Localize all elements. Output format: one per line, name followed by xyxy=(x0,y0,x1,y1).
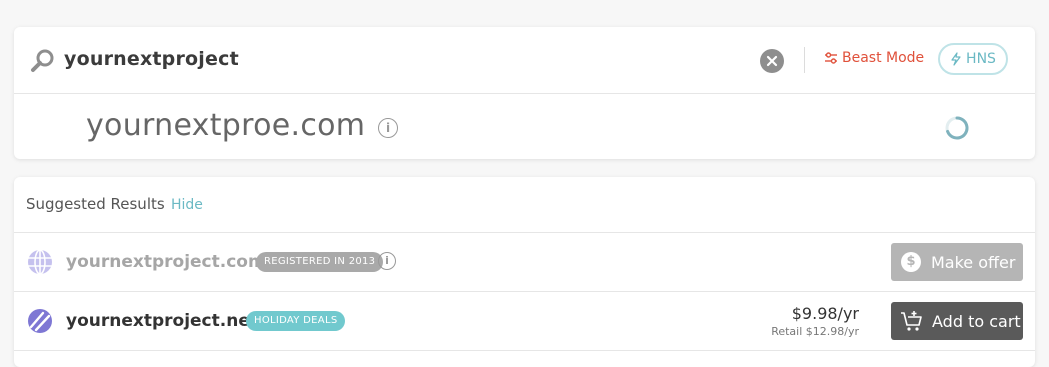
info-icon[interactable]: i xyxy=(378,252,396,270)
result-domain: yournextproject.com xyxy=(66,252,266,272)
sliders-icon xyxy=(825,52,837,64)
domain-check-row: yournextproe.com i xyxy=(14,94,1035,159)
retail-price: Retail $12.98/yr xyxy=(771,325,859,338)
clear-search-button[interactable] xyxy=(760,49,784,73)
hns-toggle-button[interactable]: HNS xyxy=(938,43,1008,75)
search-icon xyxy=(31,49,54,72)
toolbar-divider xyxy=(804,47,805,73)
dollar-speech-icon: $ xyxy=(901,252,921,272)
add-to-cart-label: Add to cart xyxy=(932,311,1021,331)
add-to-cart-button[interactable]: Add to cart xyxy=(891,302,1023,340)
make-offer-label: Make offer xyxy=(931,252,1016,272)
search-bar: yournextproject Beast Mode HNS xyxy=(14,27,1035,94)
lightning-icon xyxy=(951,52,961,66)
beast-mode-label: Beast Mode xyxy=(842,50,925,66)
result-domain: yournextproject.net xyxy=(66,311,258,331)
holiday-deals-badge: HOLIDAY DEALS xyxy=(246,311,346,331)
suggested-results-title: Suggested Results xyxy=(26,195,165,213)
make-offer-button[interactable]: $ Make offer xyxy=(891,243,1023,281)
beast-mode-button[interactable]: Beast Mode xyxy=(824,50,924,66)
hns-label: HNS xyxy=(966,51,996,67)
price: $9.98/yr xyxy=(791,304,859,323)
registered-badge: REGISTERED IN 2013 xyxy=(256,252,384,272)
net-tld-icon xyxy=(28,309,52,333)
cart-add-icon xyxy=(901,311,922,331)
result-row: yournextproject.net HOLIDAY DEALS $9.98/… xyxy=(14,292,1035,351)
loading-spinner-icon xyxy=(945,116,969,140)
hide-link[interactable]: Hide xyxy=(171,197,203,213)
checked-domain: yournextproe.com xyxy=(86,108,366,143)
close-icon xyxy=(766,55,778,67)
result-row: yournextproject.com REGISTERED IN 2013 i… xyxy=(14,233,1035,292)
globe-icon xyxy=(28,249,52,275)
suggested-results-header: Suggested Results Hide xyxy=(14,177,1035,233)
search-card: yournextproject Beast Mode HNS yournextp… xyxy=(14,27,1035,159)
suggested-results-card: Suggested Results Hide yournextproject.c… xyxy=(14,177,1035,367)
search-input[interactable]: yournextproject xyxy=(64,48,239,70)
info-icon[interactable]: i xyxy=(378,118,398,138)
